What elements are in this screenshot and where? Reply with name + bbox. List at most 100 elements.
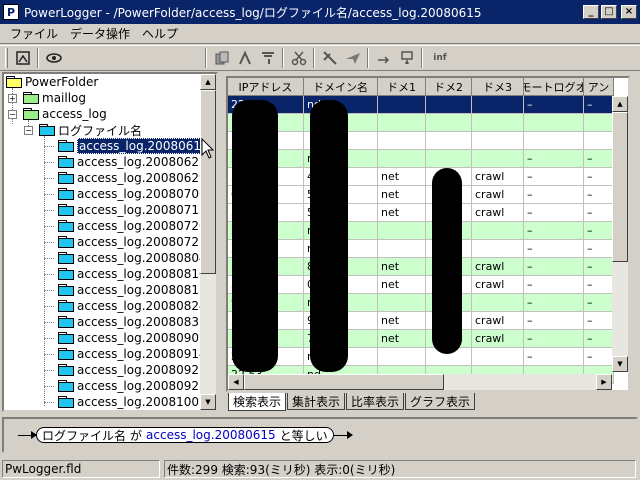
table-cell: –: [524, 96, 584, 114]
table-row[interactable]: 5.558.crawnetcrawl––: [228, 258, 614, 276]
tree-node-file[interactable]: access_log.20080720: [44, 218, 207, 234]
table-row[interactable]: 5.585.crawnetcrawl––: [228, 204, 614, 222]
maximize-button[interactable]: □: [601, 5, 617, 19]
tree-node-root[interactable]: PowerFolder: [6, 74, 98, 90]
import-icon[interactable]: [395, 47, 418, 69]
grid-hscrollbar[interactable]: ◀ ▶: [228, 374, 612, 390]
table-cell: [472, 132, 524, 150]
tree-node-file[interactable]: access_log.20080914: [44, 346, 207, 362]
copy-icon[interactable]: [210, 47, 233, 69]
scroll-thumb[interactable]: [244, 374, 444, 390]
scroll-thumb[interactable]: [612, 112, 628, 262]
title-bar[interactable]: P PowerLogger - /PowerFolder/access_log/…: [0, 0, 640, 24]
table-row[interactable]: [228, 114, 614, 132]
tree-node-file[interactable]: access_log.20080831: [44, 314, 207, 330]
grid-vscrollbar[interactable]: ▲ ▼: [612, 96, 628, 372]
table-row[interactable]: 5.567.crawnetcrawl––: [228, 330, 614, 348]
tree-node-maillog[interactable]: + maillog: [8, 90, 86, 106]
table-cell: [584, 114, 614, 132]
tree-label: access_log.20080713: [77, 203, 207, 217]
tree-node-file[interactable]: access_log.20080817: [44, 282, 207, 298]
scroll-left-button[interactable]: ◀: [228, 374, 244, 390]
tree-node-file[interactable]: access_log.20080921: [44, 362, 207, 378]
table-row[interactable]: 22.54nd––: [228, 348, 614, 366]
tree-node-file[interactable]: access_log.20080615: [44, 138, 211, 154]
scroll-down-button[interactable]: ▼: [612, 356, 628, 372]
condition-box[interactable]: ログファイル名 が access_log.20080615 と等しい: [36, 427, 334, 443]
folder-icon: [58, 316, 74, 328]
tool-icon[interactable]: [318, 47, 341, 69]
table-cell: [378, 348, 426, 366]
column-header[interactable]: IPアドレス: [228, 78, 304, 96]
scroll-right-button[interactable]: ▶: [596, 374, 612, 390]
plane-icon[interactable]: [341, 47, 364, 69]
scroll-up-button[interactable]: ▲: [612, 96, 628, 112]
table-cell: –: [524, 222, 584, 240]
inf-button[interactable]: inf: [426, 47, 454, 69]
table-row[interactable]: 22.56nd––: [228, 240, 614, 258]
collapse-button[interactable]: −: [24, 125, 33, 135]
filter-icon[interactable]: [256, 47, 279, 69]
tree-node-file[interactable]: access_log.20080907: [44, 330, 207, 346]
tree-scrollbar[interactable]: ▲ ▼: [200, 74, 216, 410]
tab-summary-view[interactable]: 集計表示: [287, 393, 346, 410]
tree-node-file[interactable]: access_log.20080810: [44, 266, 207, 282]
tree-node-file[interactable]: access_log.20080928: [44, 378, 207, 394]
tree-node-file[interactable]: access_log.20080727: [44, 234, 207, 250]
column-header[interactable]: モートログオ: [524, 78, 584, 96]
table-cell: [378, 222, 426, 240]
tab-ratio-view[interactable]: 比率表示: [346, 393, 405, 410]
close-button[interactable]: ×: [621, 5, 637, 19]
menu-data-operation[interactable]: データ操作: [64, 25, 136, 42]
tree-node-logfile-name[interactable]: − ログファイル名: [24, 122, 142, 138]
tree-label: access_log.20080914: [77, 347, 207, 361]
table-cell: –: [584, 312, 614, 330]
tab-graph-view[interactable]: グラフ表示: [405, 393, 476, 410]
table-row[interactable]: 22.54nd––: [228, 150, 614, 168]
folder-tree[interactable]: PowerFolder + maillog − access_log − ログフ…: [2, 72, 218, 412]
menu-file[interactable]: ファイル: [4, 25, 64, 42]
folder-icon: [23, 108, 39, 120]
toolbar-grip: [5, 48, 8, 68]
tree-node-file[interactable]: access_log.20080804: [44, 250, 207, 266]
collapse-button[interactable]: −: [8, 109, 17, 119]
minimize-button[interactable]: _: [583, 5, 599, 19]
table-cell: –: [584, 330, 614, 348]
scissors-icon[interactable]: [287, 47, 310, 69]
tree-node-file[interactable]: access_log.20080706: [44, 186, 207, 202]
column-header[interactable]: ドメイン名: [304, 78, 378, 96]
column-header[interactable]: アン: [584, 78, 614, 96]
tree-connector: [44, 337, 54, 339]
tab-search-view[interactable]: 検索表示: [228, 393, 287, 411]
tree-node-file[interactable]: access_log.20081005: [44, 394, 207, 410]
tree-node-file[interactable]: access_log.20080713: [44, 202, 207, 218]
column-header[interactable]: ドメ1: [378, 78, 426, 96]
export-icon[interactable]: [372, 47, 395, 69]
table-row[interactable]: 22.56nd––: [228, 96, 614, 114]
cut-icon[interactable]: [233, 47, 256, 69]
table-row[interactable]: [228, 132, 614, 150]
table-row[interactable]: 075.crawnetcrawl––: [228, 186, 614, 204]
scroll-down-button[interactable]: ▼: [200, 394, 216, 410]
tree-node-access-log[interactable]: − access_log: [8, 106, 107, 122]
eye-icon[interactable]: [42, 47, 65, 69]
tree-node-file[interactable]: access_log.20080824: [44, 298, 207, 314]
column-header[interactable]: ドメ3: [472, 78, 524, 96]
table-row[interactable]: 93.55nd––: [228, 294, 614, 312]
expand-button[interactable]: +: [8, 93, 17, 103]
table-cell: [378, 240, 426, 258]
view-icon[interactable]: [11, 47, 34, 69]
tree-node-file[interactable]: access_log.20080629: [44, 170, 207, 186]
table-row[interactable]: 324.crawnetcrawl––: [228, 168, 614, 186]
table-row[interactable]: 22.55nd––: [228, 222, 614, 240]
menu-help[interactable]: ヘルプ: [136, 25, 184, 42]
table-row[interactable]: 5.549.crawnetcrawl––: [228, 312, 614, 330]
condition-expression[interactable]: ログファイル名 が access_log.20080615 と等しい: [18, 427, 353, 443]
log-grid[interactable]: IPアドレスドメイン名ドメ1ドメ2ドメ3モートログオアン 22.56nd––22…: [226, 76, 630, 392]
tree-node-file[interactable]: access_log.20080622: [44, 154, 207, 170]
scroll-up-button[interactable]: ▲: [200, 74, 216, 90]
tree-label: access_log.20080824: [77, 299, 207, 313]
table-row[interactable]: 5.530.crawnetcrawl––: [228, 276, 614, 294]
scroll-thumb[interactable]: [200, 90, 216, 274]
column-header[interactable]: ドメ2: [426, 78, 472, 96]
